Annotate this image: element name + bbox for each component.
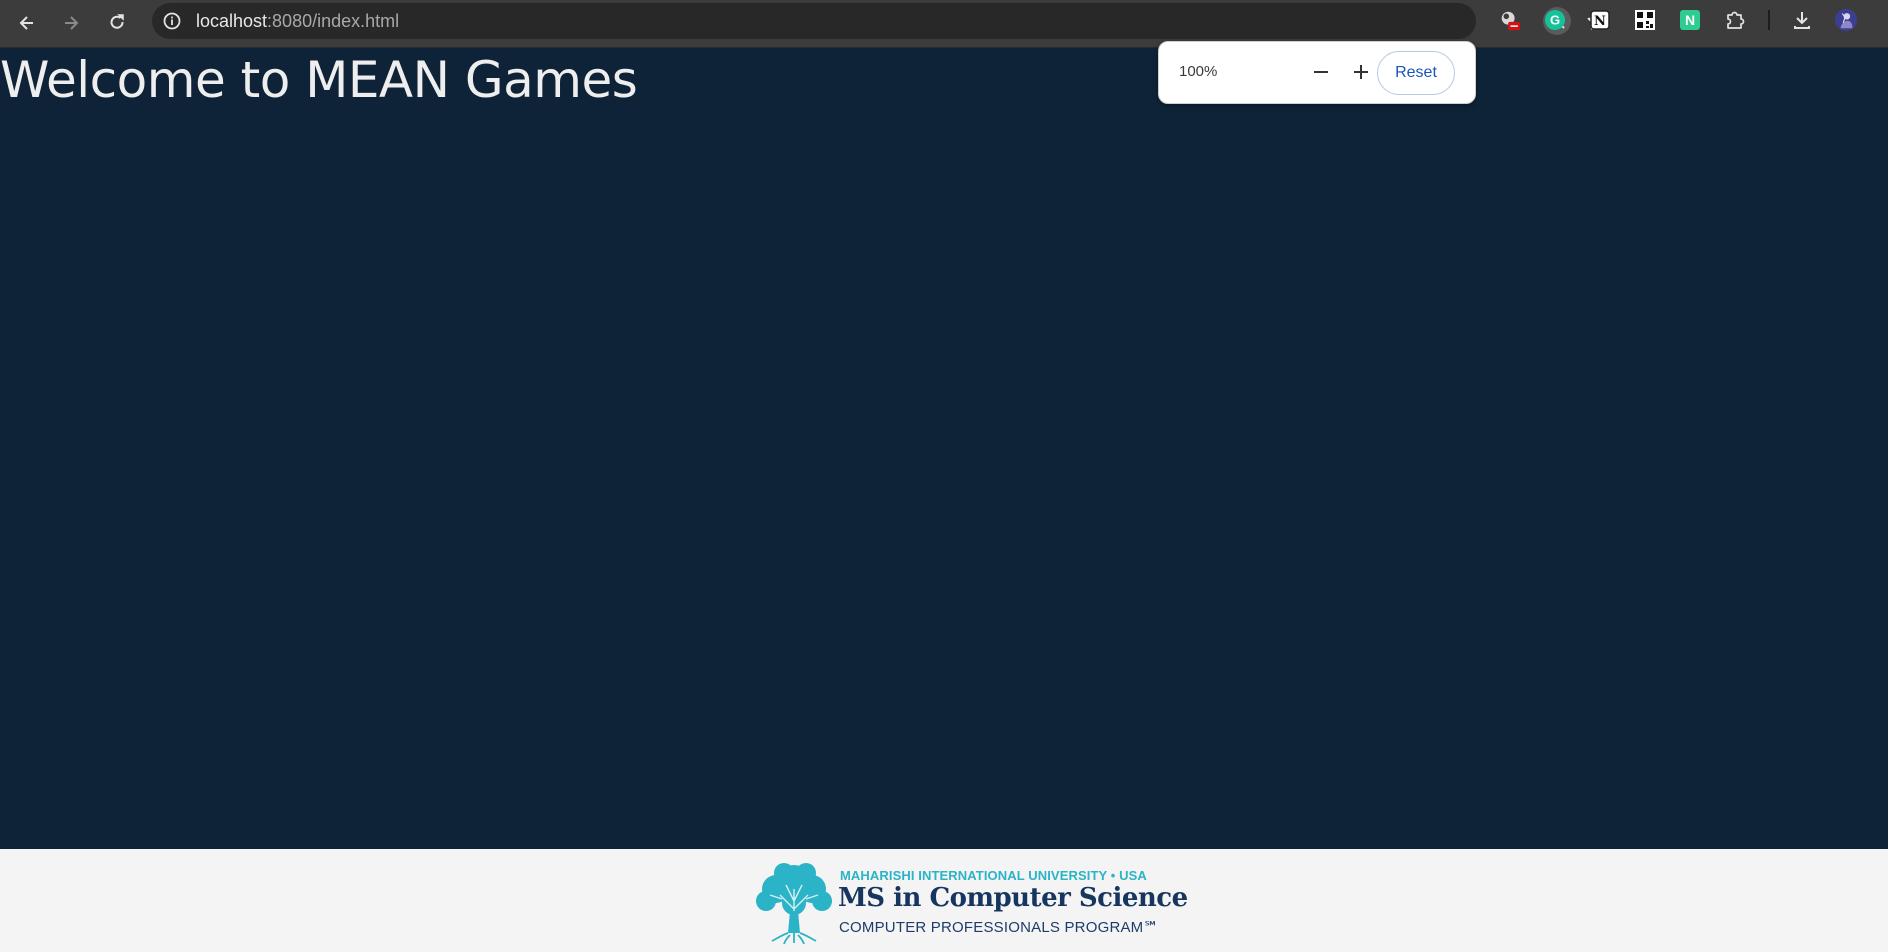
logo-program-text: MS in Computer Science bbox=[838, 883, 1188, 913]
back-arrow-icon bbox=[19, 16, 33, 30]
qr-code-button[interactable] bbox=[1633, 8, 1657, 32]
profile-avatar bbox=[1834, 8, 1858, 32]
reload-button[interactable] bbox=[100, 6, 134, 40]
zoom-reset-button[interactable]: Reset bbox=[1377, 51, 1455, 95]
svg-text:N: N bbox=[1594, 14, 1606, 29]
back-button[interactable] bbox=[10, 6, 44, 40]
page-title: Welcome to MEAN Games bbox=[0, 51, 638, 109]
url-host: localhost bbox=[196, 11, 268, 31]
url-text[interactable]: localhost:8080/index.html bbox=[196, 11, 399, 31]
svg-text:G: G bbox=[1550, 13, 1560, 28]
reload-icon bbox=[110, 14, 124, 29]
university-logo: MAHARISHI INTERNATIONAL UNIVERSITY • USA… bbox=[752, 859, 1188, 947]
forward-button[interactable] bbox=[54, 6, 88, 40]
address-bar[interactable]: localhost:8080/index.html bbox=[152, 3, 1607, 39]
footer: MAHARISHI INTERNATIONAL UNIVERSITY • USA… bbox=[0, 849, 1888, 952]
browser-toolbar: localhost:8080/index.html G N N bbox=[0, 0, 1888, 48]
zoom-popup: 100% Reset bbox=[1158, 41, 1476, 104]
plus-icon bbox=[1354, 65, 1368, 79]
zoom-in-button[interactable] bbox=[1346, 57, 1376, 87]
extensions-menu-button[interactable] bbox=[1723, 8, 1747, 32]
site-info-icon[interactable] bbox=[162, 11, 182, 31]
download-icon bbox=[1794, 12, 1810, 29]
zoom-level: 100% bbox=[1179, 63, 1218, 80]
zoom-out-button[interactable] bbox=[1306, 57, 1336, 87]
profile-button[interactable] bbox=[1834, 8, 1858, 32]
url-path: :8080/index.html bbox=[267, 11, 400, 31]
grammarly-button[interactable]: G bbox=[1543, 8, 1567, 32]
puzzle-extensions-icon bbox=[1727, 11, 1745, 29]
notion-icon: N bbox=[1590, 10, 1610, 30]
grammarly-icon: G bbox=[1545, 10, 1565, 30]
forward-arrow-icon bbox=[65, 16, 79, 30]
n-extension-button[interactable]: N bbox=[1678, 8, 1702, 32]
extension-blocked-icon bbox=[1501, 11, 1521, 31]
tree-logo-icon bbox=[756, 863, 832, 945]
logo-subtitle-text: COMPUTER PROFESSIONALS PROGRAM℠ bbox=[839, 919, 1159, 936]
n-extension-icon: N bbox=[1680, 10, 1700, 30]
minus-icon bbox=[1314, 71, 1328, 73]
notion-button[interactable]: N bbox=[1588, 8, 1612, 32]
svg-text:N: N bbox=[1685, 12, 1695, 28]
logo-university-text: MAHARISHI INTERNATIONAL UNIVERSITY • USA bbox=[840, 868, 1147, 883]
downloads-button[interactable] bbox=[1790, 8, 1814, 32]
toolbar-separator bbox=[1768, 10, 1770, 30]
extension-blocked-button[interactable] bbox=[1498, 8, 1522, 32]
qr-code-icon bbox=[1635, 10, 1655, 30]
